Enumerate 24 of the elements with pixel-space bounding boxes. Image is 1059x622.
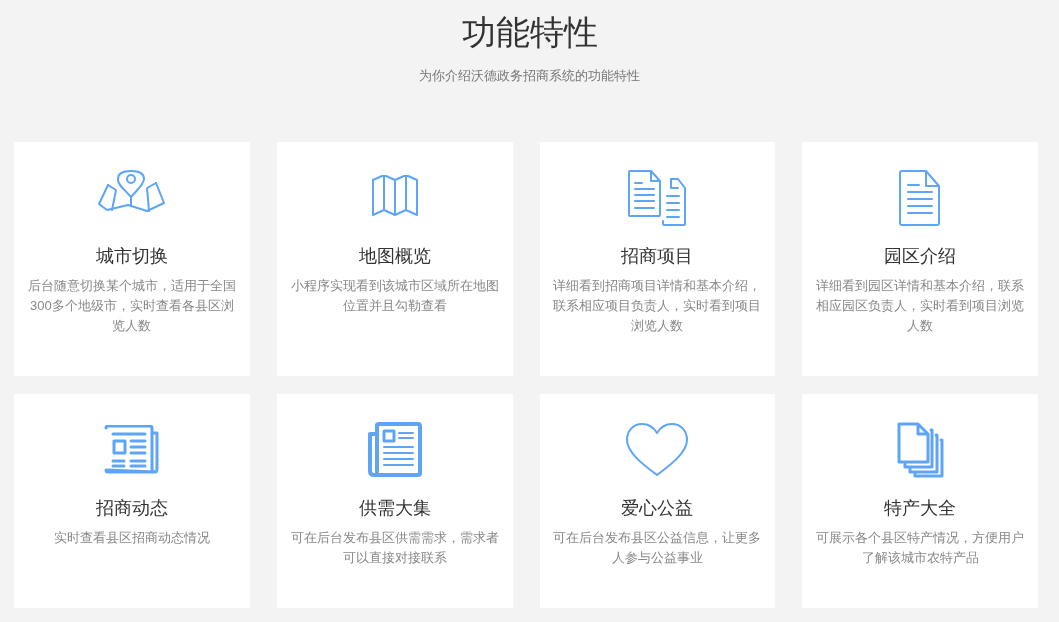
document-icon — [899, 169, 942, 226]
documents-icon — [627, 169, 688, 226]
feature-title: 供需大集 — [358, 496, 431, 520]
newspaper-icon — [366, 421, 423, 478]
feature-description: 可展示各个县区特产情况，方便用户了解该城市农特产品 — [815, 528, 1026, 567]
feature-description: 小程序实现看到该城市区域所在地图位置并且勾勒查看 — [289, 276, 500, 315]
feature-title: 特产大全 — [884, 496, 957, 520]
section-title: 功能特性 — [461, 12, 598, 53]
feature-title: 爱心公益 — [621, 496, 694, 520]
newspaper-icon — [103, 424, 160, 475]
feature-title: 地图概览 — [358, 244, 431, 268]
document-stack-icon — [896, 421, 945, 478]
feature-title: 招商动态 — [95, 496, 168, 520]
feature-description: 可在后台发布县区供需需求，需求者可以直接对接联系 — [289, 528, 500, 567]
feature-description: 详细看到招商项目详情和基本介绍，联系相应项目负责人，实时看到项目浏览人数 — [552, 276, 763, 335]
feature-description: 后台随意切换某个城市，适用于全国300多个地级市，实时查看各县区浏览人数 — [26, 276, 237, 335]
feature-title: 招商项目 — [621, 244, 694, 268]
feature-title: 园区介绍 — [884, 244, 957, 268]
feature-title: 城市切换 — [95, 244, 168, 268]
section-subtitle: 为你介绍沃德政务招商系统的功能特性 — [419, 67, 640, 85]
feature-description: 实时查看县区招商动态情况 — [52, 528, 211, 547]
feature-description: 详细看到园区详情和基本介绍，联系相应园区负责人，实时看到项目浏览人数 — [815, 276, 1026, 335]
feature-description: 可在后台发布县区公益信息，让更多人参与公益事业 — [552, 528, 763, 567]
heart-icon — [625, 422, 690, 477]
